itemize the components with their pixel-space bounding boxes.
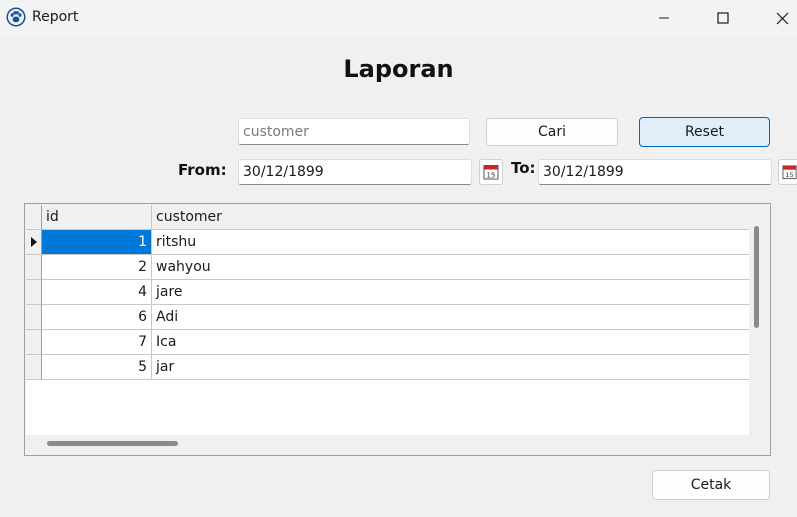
current-row-arrow-icon — [31, 237, 37, 247]
to-date-field[interactable] — [538, 159, 772, 185]
row-indicator[interactable] — [26, 255, 42, 280]
from-label: From: — [178, 161, 227, 179]
calendar-icon: 15 — [483, 165, 499, 180]
to-label: To: — [511, 159, 536, 177]
close-icon — [776, 12, 788, 24]
paw-icon — [6, 7, 26, 27]
minimize-icon — [659, 17, 669, 19]
cell-id[interactable]: 2 — [42, 255, 152, 280]
row-indicator[interactable] — [26, 330, 42, 355]
table-row[interactable]: 1 ritshu — [26, 230, 749, 255]
customer-search-input[interactable] — [238, 118, 470, 145]
maximize-icon — [717, 12, 729, 24]
cell-customer[interactable]: wahyou — [152, 255, 749, 280]
cetak-button[interactable]: Cetak — [652, 470, 770, 500]
table-row[interactable]: 5 jar — [26, 355, 749, 380]
horizontal-scrollbar[interactable] — [47, 441, 178, 446]
cell-customer[interactable]: jar — [152, 355, 749, 380]
cell-customer[interactable]: ritshu — [152, 230, 749, 255]
cell-customer[interactable]: Adi — [152, 305, 749, 330]
grid-body: id customer 1 ritshu 2 wahyou 4 jare 6 A… — [26, 205, 749, 435]
svg-text:15: 15 — [785, 171, 793, 179]
cell-customer[interactable]: jare — [152, 280, 749, 305]
row-indicator-header — [26, 205, 42, 230]
svg-text:15: 15 — [487, 171, 496, 179]
window-title: Report — [32, 9, 79, 25]
row-indicator[interactable] — [26, 305, 42, 330]
vertical-scrollbar[interactable] — [754, 226, 759, 328]
report-grid[interactable]: id customer 1 ritshu 2 wahyou 4 jare 6 A… — [24, 203, 771, 456]
to-calendar-button[interactable]: 15 — [778, 159, 797, 185]
row-indicator[interactable] — [26, 280, 42, 305]
cell-id[interactable]: 7 — [42, 330, 152, 355]
row-indicator[interactable] — [26, 230, 42, 255]
table-row[interactable]: 4 jare — [26, 280, 749, 305]
table-row[interactable]: 2 wahyou — [26, 255, 749, 280]
cell-id[interactable]: 6 — [42, 305, 152, 330]
cell-id[interactable]: 1 — [42, 230, 152, 255]
column-header-id[interactable]: id — [42, 205, 152, 230]
header-row: id customer — [26, 205, 749, 230]
cell-customer[interactable]: Ica — [152, 330, 749, 355]
table-row[interactable]: 6 Adi — [26, 305, 749, 330]
from-calendar-button[interactable]: 15 — [479, 159, 503, 185]
row-indicator[interactable] — [26, 355, 42, 380]
cell-id[interactable]: 5 — [42, 355, 152, 380]
calendar-icon: 15 — [782, 165, 797, 180]
table-row[interactable]: 7 Ica — [26, 330, 749, 355]
cari-button[interactable]: Cari — [486, 118, 618, 146]
column-header-customer[interactable]: customer — [152, 205, 749, 230]
page-title: Laporan — [343, 55, 454, 83]
minimize-button[interactable] — [641, 0, 687, 36]
close-button[interactable] — [759, 0, 797, 36]
from-date-field[interactable] — [238, 159, 472, 185]
maximize-button[interactable] — [700, 0, 746, 36]
title-bar: Report — [0, 0, 797, 36]
cell-id[interactable]: 4 — [42, 280, 152, 305]
reset-button[interactable]: Reset — [639, 117, 770, 147]
